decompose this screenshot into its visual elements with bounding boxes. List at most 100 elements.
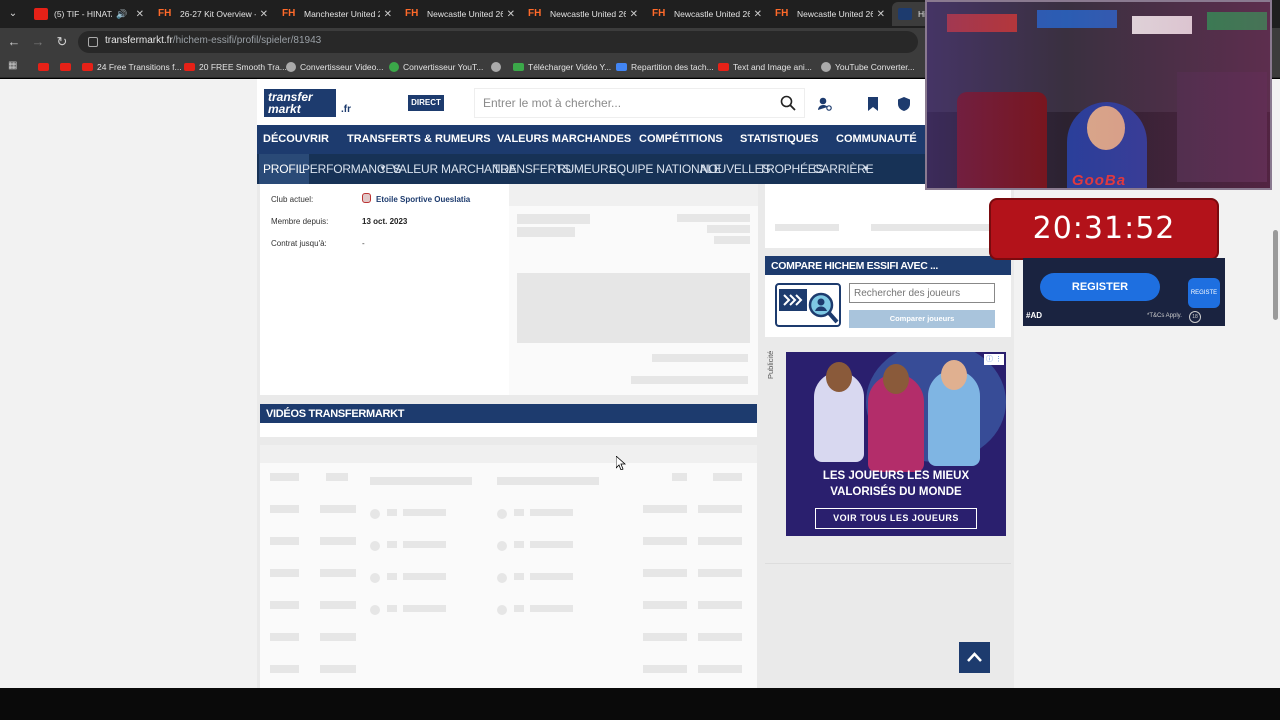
skeleton [403,509,446,516]
compare-box: Comparer joueurs [765,275,1011,337]
club-link[interactable]: Etoile Sportive Oueslatia [376,195,470,204]
bookmark[interactable]: Convertisseur YouT... [389,60,483,74]
register-button[interactable]: REGISTER [1040,273,1160,301]
close-tab-icon[interactable]: ✕ [507,9,515,20]
forward-arrow-icon[interactable]: → [30,34,46,50]
skeleton [370,541,380,551]
loading-table [260,445,757,688]
tab-rumeurs[interactable]: RUMEURS [557,162,616,176]
bookmark[interactable] [38,60,53,74]
skeleton [260,445,757,463]
skeleton [497,541,507,551]
search-icon[interactable] [780,95,796,111]
bookmark-label: YouTube Converter... [835,62,915,72]
bookmark[interactable]: 24 Free Transitions f... [82,60,182,74]
skeleton [509,184,758,206]
adchoices-icon[interactable]: ⓘ ⋮ [984,354,1004,365]
browser-tab[interactable]: FH Newcastle United 26 ✕ [522,2,644,26]
ad-tag: #AD [1026,311,1043,320]
close-tab-icon[interactable]: ✕ [384,9,392,20]
apps-grid-icon[interactable]: ▦ [8,61,18,71]
divider [765,563,1011,564]
browser-tab[interactable]: FH 26-27 Kit Overview - ✕ [152,2,274,26]
site-country-selector[interactable]: .fr [341,104,351,115]
direct-button[interactable]: DIRECT [408,95,444,111]
close-tab-icon[interactable]: ✕ [630,9,638,20]
advertisement-banner[interactable]: LES JOUEURS LES MIEUX VALORISÉS DU MONDE… [786,352,1006,536]
close-tab-icon[interactable]: ✕ [877,9,885,20]
browser-tab[interactable]: FH Manchester United 2 ✕ [276,2,398,26]
speaker-icon[interactable]: 🔊 [116,9,127,20]
reload-icon[interactable]: ↻ [54,34,70,50]
skeleton [643,505,687,513]
bookmark-label: 24 Free Transitions f... [97,62,182,72]
bookmark[interactable] [491,60,505,74]
nav-transferts-rumeurs[interactable]: TRANSFERTS & RUMEURS [347,133,491,145]
transfermarkt-logo[interactable]: transfer markt [264,89,336,117]
nav-competitions[interactable]: COMPÉTITIONS [639,133,723,145]
streamer-brand-logo: GooBa [1071,172,1127,189]
transfermarkt-icon [898,8,912,20]
bookmark[interactable]: Convertisseur Video... [286,60,383,74]
bookmark[interactable]: Text and Image ani... [718,60,812,74]
skeleton [370,477,472,485]
nav-decouvrir[interactable]: DÉCOUVRIR [263,133,329,145]
bookmark[interactable]: Repartition des tach... [616,60,714,74]
member-since-label: Membre depuis: [271,217,329,226]
youtube-icon [718,63,729,71]
site-search [474,88,805,118]
tab-title: Manchester United 2 [304,9,380,19]
bookmark[interactable]: YouTube Converter... [821,60,915,74]
browser-tab[interactable]: FH Newcastle United 26 ✕ [399,2,521,26]
club-crest-icon [362,193,371,203]
browser-tab[interactable]: FH Newcastle United 26 ✕ [769,2,891,26]
skeleton [320,537,356,545]
compare-search-input[interactable] [849,283,995,303]
skeleton [270,601,299,609]
bookmark-icon[interactable] [865,96,881,112]
close-tab-icon[interactable]: ✕ [260,9,268,20]
webcam-overlay [925,0,1272,190]
scrollbar-thumb[interactable] [1273,230,1278,320]
browser-tab[interactable]: (5) TIF - HINATA 🔊 ✕ [28,2,150,26]
compare-title: COMPARE HICHEM ESSIFI AVEC ... [765,256,1011,275]
skeleton [643,537,687,545]
skeleton [698,569,742,577]
bookmark[interactable]: Télécharger Vidéo Y... [513,60,611,74]
compare-button[interactable]: Comparer joueurs [849,310,995,328]
bookmark[interactable] [60,60,75,74]
search-input[interactable] [475,89,765,117]
register-small-button[interactable]: REGISTE [1188,278,1220,308]
ad-cta-button[interactable]: VOIR TOUS LES JOUEURS [815,508,977,529]
fh-icon: FH [158,8,172,19]
close-tab-icon[interactable]: ✕ [136,9,144,20]
age-limit-badge: 18 [1189,311,1201,323]
back-to-top-button[interactable] [959,642,990,673]
promo-overlay: REGISTER REGISTE #AD *T&Cs Apply. 18 [1023,258,1225,326]
url-field[interactable]: transfermarkt.fr/hichem-essifi/profil/sp… [78,31,918,53]
chevron-down-icon[interactable]: ▼ [379,164,387,173]
skeleton [713,473,742,481]
tab-search-chevron-icon[interactable]: ⌄ [4,6,22,22]
back-arrow-icon[interactable]: ← [6,34,22,50]
skeleton [326,473,348,481]
nav-valeurs-marchandes[interactable]: VALEURS MARCHANDES [497,133,631,145]
bookmark[interactable]: 20 FREE Smooth Tra... [184,60,287,74]
tab-title: Newcastle United 26 [797,9,873,19]
videos-placeholder [260,423,757,437]
browser-tab[interactable]: FH Newcastle United 26 ✕ [646,2,768,26]
transfermarkt-content: transfer markt .fr DIRECT DÉCOUVRIR TRAN… [257,79,1014,688]
user-search-icon[interactable] [817,96,833,112]
nav-communaute[interactable]: COMMUNAUTÉ [836,133,917,145]
ad-player-head [883,364,909,394]
nav-statistiques[interactable]: STATISTIQUES [740,133,818,145]
clock-overlay: 20:31:52 [989,198,1219,260]
webcam-lighting [927,2,1270,188]
close-tab-icon[interactable]: ✕ [754,9,762,20]
bookmark-label: Text and Image ani... [733,62,812,72]
skeleton [698,633,742,641]
site-info-icon[interactable] [88,37,98,47]
skeleton [514,573,524,580]
shield-icon[interactable] [896,96,912,112]
chevron-down-icon[interactable]: ▼ [862,164,870,173]
